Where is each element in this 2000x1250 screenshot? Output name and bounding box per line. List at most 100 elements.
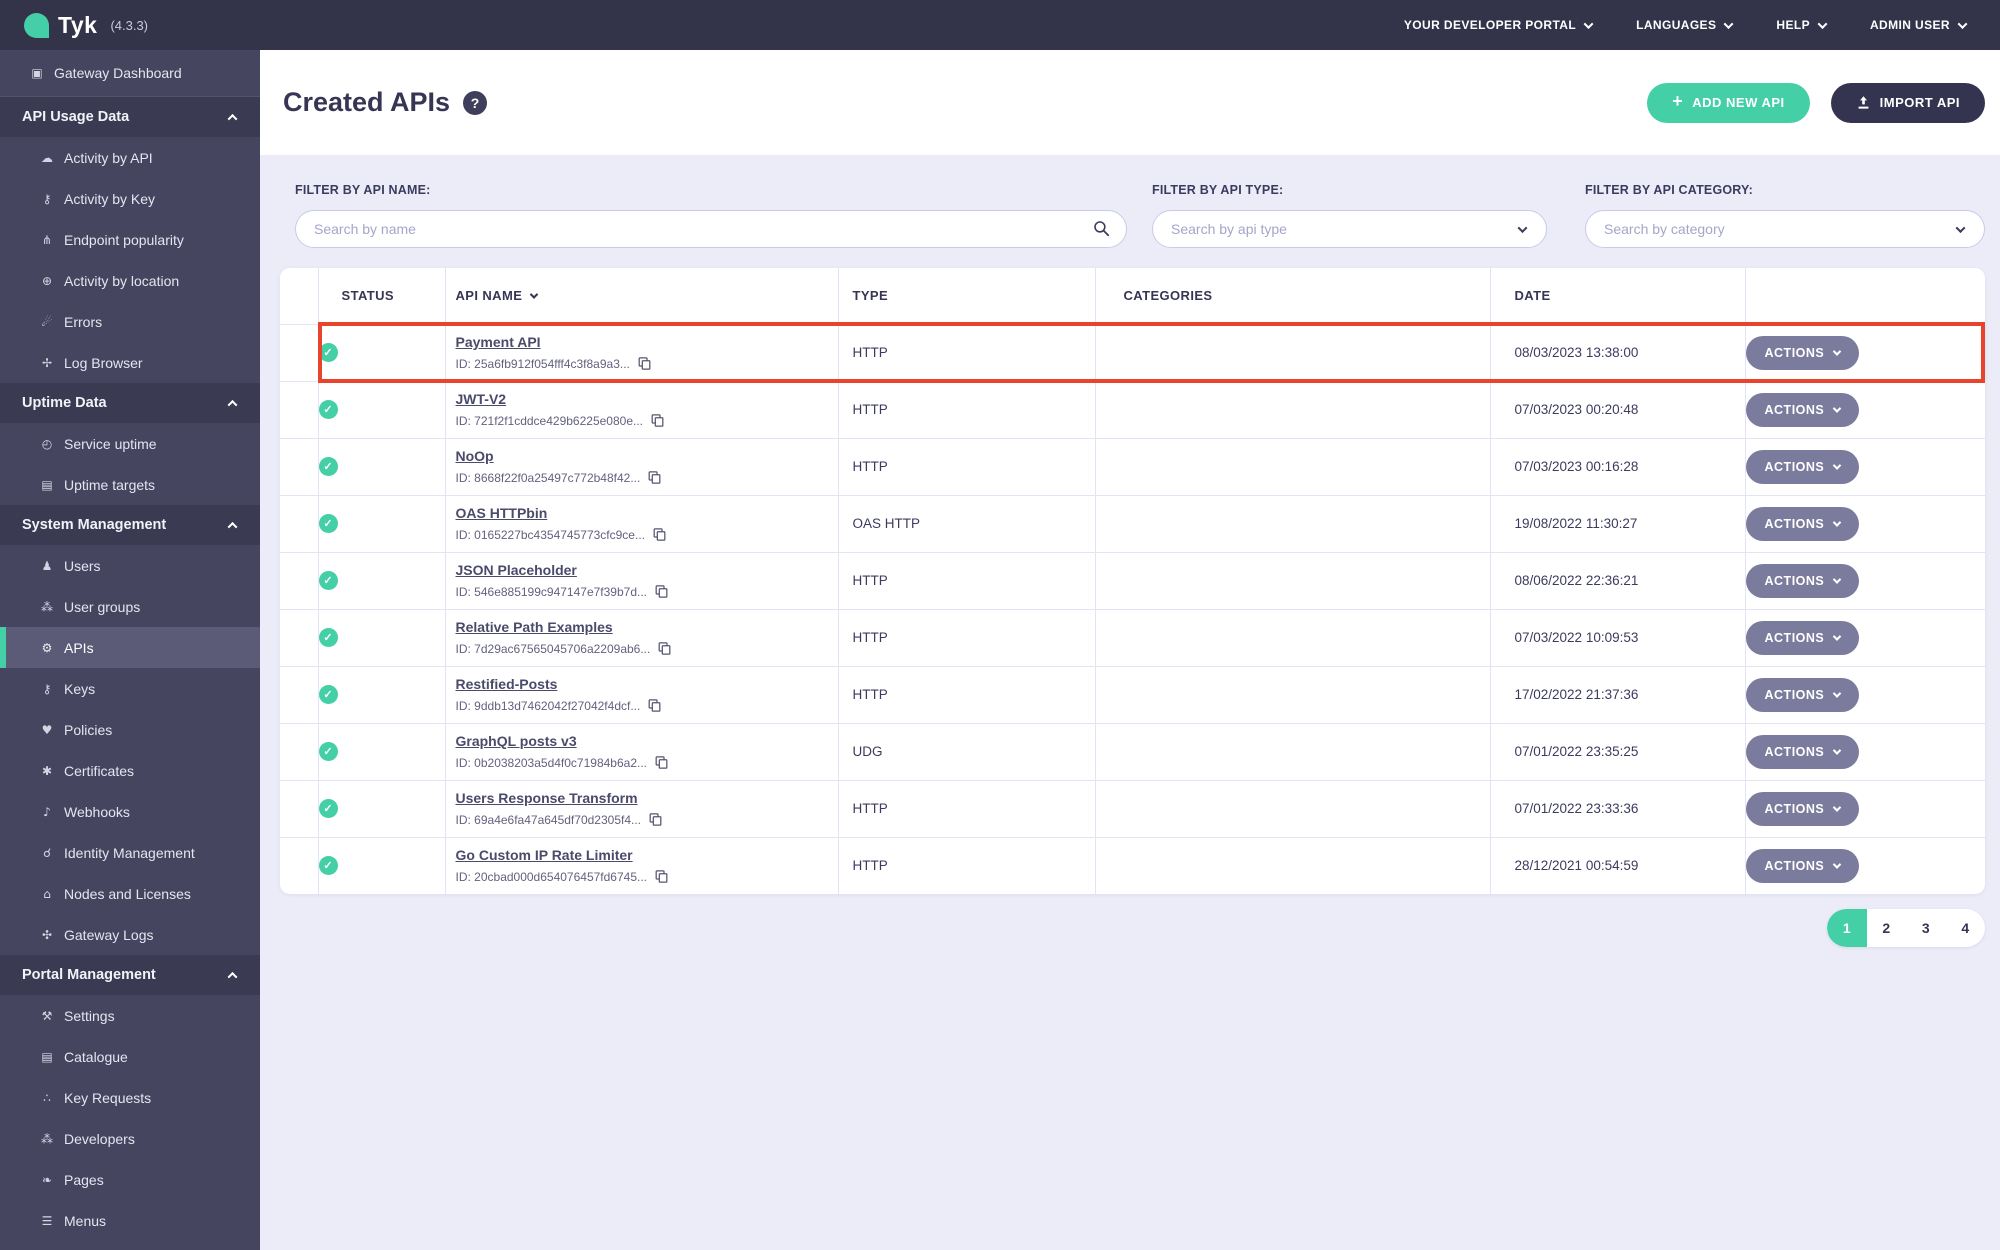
- sidebar-section-api-usage-data[interactable]: API Usage Data: [0, 97, 260, 137]
- api-category-dropdown[interactable]: Search by category: [1585, 210, 1985, 248]
- api-name-link[interactable]: Users Response Transform: [456, 790, 638, 806]
- api-type-dropdown[interactable]: Search by api type: [1152, 210, 1547, 248]
- sidebar-item-gateway-logs[interactable]: ✣ Gateway Logs: [0, 914, 260, 955]
- sidebar-item-uptime-targets[interactable]: ▤ Uptime targets: [0, 464, 260, 505]
- actions-button[interactable]: ACTIONS: [1745, 506, 1860, 541]
- topbar-menu-admin-user[interactable]: ADMIN USER: [1870, 18, 1968, 32]
- api-name-link[interactable]: Go Custom IP Rate Limiter: [456, 847, 633, 863]
- api-name-search-input[interactable]: [295, 210, 1127, 248]
- bug-icon: ✢: [41, 355, 53, 370]
- table-row: ✓ Users Response Transform ID: 69a4e6fa4…: [280, 780, 1985, 838]
- api-date-cell: 28/12/2021 00:54:59: [1490, 837, 1746, 894]
- status-active-icon: ✓: [318, 742, 338, 761]
- actions-button[interactable]: ACTIONS: [1745, 848, 1860, 883]
- user-icon: ♟: [41, 558, 53, 573]
- upload-icon: [1856, 95, 1871, 110]
- sort-by-api-name[interactable]: API NAME: [456, 288, 539, 303]
- actions-button[interactable]: ACTIONS: [1745, 449, 1860, 484]
- sidebar-item-key-requests[interactable]: ∴ Key Requests: [0, 1077, 260, 1118]
- sidebar-item-nodes-and-licenses[interactable]: ⌂ Nodes and Licenses: [0, 873, 260, 914]
- developers-icon: ⁂: [41, 1131, 53, 1146]
- copy-icon[interactable]: [647, 698, 662, 713]
- sidebar-item-endpoint-popularity[interactable]: ⋔ Endpoint popularity: [0, 219, 260, 260]
- sidebar-item-activity-by-location[interactable]: ⊕ Activity by location: [0, 260, 260, 301]
- sidebar-item-identity-management[interactable]: ☌ Identity Management: [0, 832, 260, 873]
- topbar-menu-your-developer-portal[interactable]: YOUR DEVELOPER PORTAL: [1404, 18, 1594, 32]
- chevron-down-icon: [1833, 688, 1842, 698]
- sidebar-section-portal-management[interactable]: Portal Management: [0, 955, 260, 995]
- sidebar-item-apis[interactable]: ⚙ APIs: [0, 627, 260, 668]
- sidebar-item-label: Certificates: [64, 762, 135, 779]
- api-id-text: ID: 7d29ac67565045706a2209ab6...: [455, 641, 651, 656]
- actions-button[interactable]: ACTIONS: [1745, 392, 1860, 427]
- api-name-link[interactable]: JWT-V2: [456, 391, 507, 407]
- actions-button[interactable]: ACTIONS: [1745, 563, 1860, 598]
- sidebar-item-settings[interactable]: ⚒ Settings: [0, 995, 260, 1036]
- table-row: ✓ OAS HTTPbin ID: 0165227bc4354745773cfc…: [280, 495, 1985, 553]
- copy-icon[interactable]: [654, 584, 669, 599]
- sidebar-section-system-management[interactable]: System Management: [0, 505, 260, 545]
- api-name-link[interactable]: Relative Path Examples: [456, 619, 613, 635]
- sidebar-item-activity-by-key[interactable]: ⚷ Activity by Key: [0, 178, 260, 219]
- copy-icon[interactable]: [650, 413, 665, 428]
- status-active-icon: ✓: [318, 628, 338, 647]
- key-icon: ⚷: [42, 191, 52, 206]
- api-name-link[interactable]: GraphQL posts v3: [456, 733, 577, 749]
- api-name-link[interactable]: JSON Placeholder: [456, 562, 577, 578]
- topbar-menu-languages[interactable]: LANGUAGES: [1636, 18, 1734, 32]
- sidebar-item-errors[interactable]: ☄ Errors: [0, 301, 260, 342]
- api-date-cell: 07/03/2023 00:20:48: [1490, 381, 1746, 439]
- sidebar-item-developers[interactable]: ⁂ Developers: [0, 1118, 260, 1159]
- sidebar-item-gateway-dashboard[interactable]: ▣ Gateway Dashboard: [0, 50, 260, 97]
- copy-icon[interactable]: [654, 755, 669, 770]
- copy-icon[interactable]: [647, 470, 662, 485]
- actions-button[interactable]: ACTIONS: [1745, 335, 1860, 370]
- actions-button[interactable]: ACTIONS: [1745, 620, 1860, 655]
- api-name-link[interactable]: NoOp: [456, 448, 494, 464]
- sidebar-item-user-groups[interactable]: ⁂ User groups: [0, 586, 260, 627]
- copy-icon[interactable]: [654, 869, 669, 884]
- pagination: 1234: [1827, 909, 1985, 947]
- sidebar-item-activity-by-api[interactable]: ☁ Activity by API: [0, 137, 260, 178]
- keys-icon: ⚷: [42, 681, 52, 696]
- actions-button[interactable]: ACTIONS: [1745, 791, 1860, 826]
- api-date-cell: 19/08/2022 11:30:27: [1490, 495, 1746, 553]
- topbar-menu-help[interactable]: HELP: [1776, 18, 1828, 32]
- actions-button[interactable]: ACTIONS: [1745, 677, 1860, 712]
- sidebar-item-menus[interactable]: ☰ Menus: [0, 1200, 260, 1241]
- column-header-status: STATUS: [318, 268, 446, 325]
- api-type-cell: HTTP: [838, 552, 1096, 610]
- actions-button[interactable]: ACTIONS: [1745, 734, 1860, 769]
- sidebar-item-certificates[interactable]: ✱ Certificates: [0, 750, 260, 791]
- sidebar-item-users[interactable]: ♟ Users: [0, 545, 260, 586]
- api-name-link[interactable]: OAS HTTPbin: [456, 505, 548, 521]
- sidebar-item-webhooks[interactable]: ♪ Webhooks: [0, 791, 260, 832]
- copy-icon[interactable]: [637, 356, 652, 371]
- sidebar-item-keys[interactable]: ⚷ Keys: [0, 668, 260, 709]
- sidebar-section-label: Uptime Data: [22, 395, 107, 411]
- sidebar-item-policies[interactable]: ♥ Policies: [0, 709, 260, 750]
- status-active-icon: ✓: [318, 571, 338, 590]
- sidebar-item-log-browser[interactable]: ✢ Log Browser: [0, 342, 260, 383]
- import-api-button[interactable]: IMPORT API: [1830, 82, 1985, 123]
- branch-icon: ⋔: [41, 232, 53, 247]
- certificate-icon: ✱: [41, 763, 53, 778]
- copy-icon[interactable]: [652, 527, 667, 542]
- tyk-logo[interactable]: Tyk (4.3.3): [24, 12, 148, 39]
- sidebar-item-pages[interactable]: ❧ Pages: [0, 1159, 260, 1200]
- api-type-cell: OAS HTTP: [838, 495, 1096, 553]
- sidebar-item-service-uptime[interactable]: ◴ Service uptime: [0, 423, 260, 464]
- page-button-4[interactable]: 4: [1946, 909, 1986, 947]
- copy-icon[interactable]: [648, 812, 663, 827]
- page-button-3[interactable]: 3: [1906, 909, 1946, 947]
- sidebar-item-catalogue[interactable]: ▤ Catalogue: [0, 1036, 260, 1077]
- add-new-api-button[interactable]: + ADD NEW API: [1647, 82, 1810, 123]
- page-button-2[interactable]: 2: [1867, 909, 1907, 947]
- table-row: ✓ JSON Placeholder ID: 546e885199c947147…: [280, 552, 1985, 610]
- help-icon[interactable]: ?: [463, 90, 488, 115]
- page-button-1[interactable]: 1: [1827, 909, 1867, 947]
- sidebar-section-uptime-data[interactable]: Uptime Data: [0, 383, 260, 423]
- copy-icon[interactable]: [657, 641, 672, 656]
- api-name-link[interactable]: Payment API: [456, 334, 541, 350]
- api-name-link[interactable]: Restified-Posts: [456, 676, 558, 692]
